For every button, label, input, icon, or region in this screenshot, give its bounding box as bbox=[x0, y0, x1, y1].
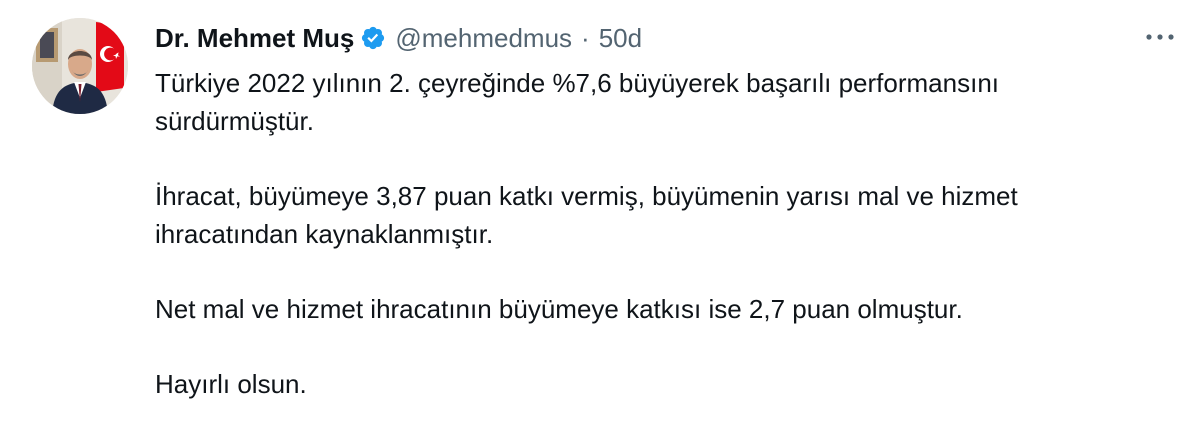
tweet-paragraph-3: Net mal ve hizmet ihracatının büyümeye k… bbox=[155, 294, 963, 324]
author-name[interactable]: Dr. Mehmet Muş bbox=[155, 18, 354, 58]
more-options-icon bbox=[1146, 34, 1174, 40]
tweet-text: Türkiye 2022 yılının 2. çeyreğinde %7,6 … bbox=[155, 64, 1155, 403]
avatar-photo-icon bbox=[32, 18, 128, 114]
tweet-paragraph-4: Hayırlı olsun. bbox=[155, 369, 307, 399]
tweet-timestamp[interactable]: 50d bbox=[599, 18, 642, 58]
author-avatar[interactable] bbox=[32, 18, 128, 114]
separator-dot: · bbox=[581, 23, 590, 53]
author-handle[interactable]: @mehmedmus bbox=[395, 18, 572, 58]
tweet-content: Dr. Mehmet Muş @mehmedmus · 50d Türkiye … bbox=[155, 18, 1155, 403]
verified-badge-icon bbox=[360, 25, 386, 51]
tweet-header: Dr. Mehmet Muş @mehmedmus · 50d bbox=[155, 18, 1155, 58]
tweet-paragraph-1: Türkiye 2022 yılının 2. çeyreğinde %7,6 … bbox=[155, 68, 999, 136]
tweet-paragraph-2: İhracat, büyümeye 3,87 puan katkı vermiş… bbox=[155, 181, 1018, 249]
more-options-button[interactable] bbox=[1140, 22, 1180, 52]
tweet-card[interactable]: Dr. Mehmet Muş @mehmedmus · 50d Türkiye … bbox=[0, 0, 1200, 442]
